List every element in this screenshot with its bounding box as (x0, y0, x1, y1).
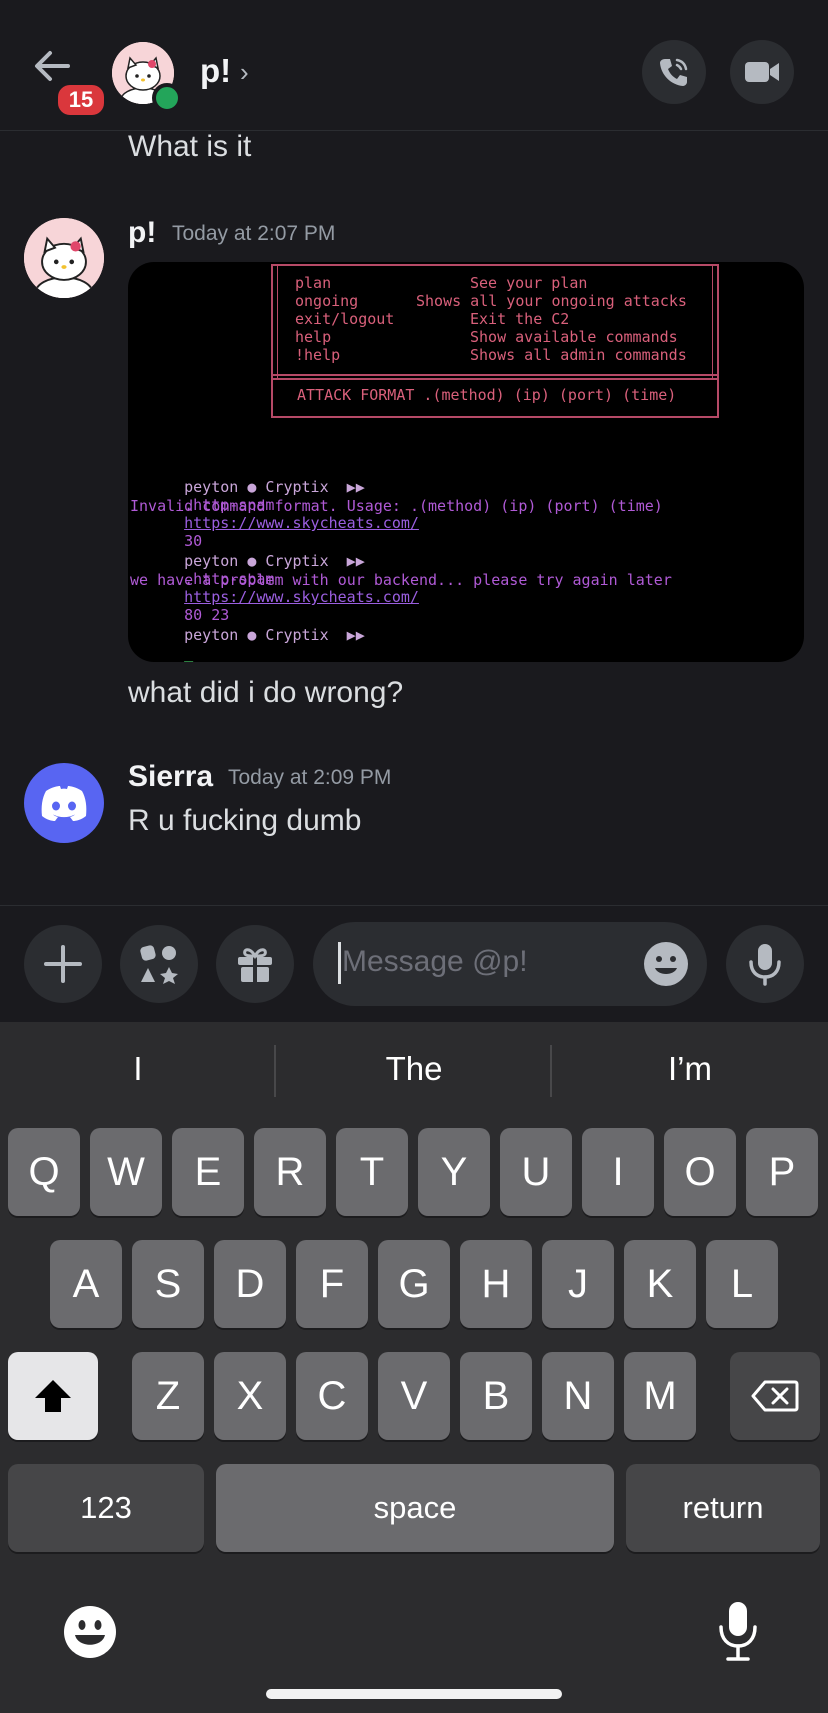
key-v[interactable]: V (378, 1352, 450, 1440)
terminal-url: https://www.skycheats.com/ (184, 514, 419, 532)
video-camera-icon (745, 62, 779, 82)
key-q[interactable]: Q (8, 1128, 80, 1216)
key-e[interactable]: E (172, 1128, 244, 1216)
key-z[interactable]: Z (132, 1352, 204, 1440)
emoji-button[interactable] (642, 940, 690, 988)
microphone-icon (719, 1602, 757, 1661)
key-r[interactable]: R (254, 1128, 326, 1216)
text-caret (338, 942, 341, 984)
terminal-error: Invalid command format. Usage: .(method)… (130, 497, 663, 515)
voice-message-button[interactable] (726, 925, 804, 1003)
hello-kitty-avatar-icon (24, 218, 104, 298)
shift-key[interactable] (8, 1352, 98, 1440)
key-s[interactable]: S (132, 1240, 204, 1328)
key-f[interactable]: F (296, 1240, 368, 1328)
emoji-icon (64, 1606, 116, 1658)
help-cmd: exit/logout (295, 310, 395, 328)
key-m[interactable]: M (624, 1352, 696, 1440)
help-cmd: !help (295, 346, 341, 364)
video-call-button[interactable] (730, 40, 794, 104)
help-cmd: plan (295, 274, 332, 292)
terminal-prompt: peyton ● Cryptix ▶▶ (184, 626, 365, 644)
apps-icon (140, 945, 178, 984)
emoji-keyboard-button[interactable] (62, 1604, 118, 1660)
key-g[interactable]: G (378, 1240, 450, 1328)
voice-call-button[interactable] (642, 40, 706, 104)
chevron-right-icon[interactable]: › (240, 57, 249, 88)
message-text: what did i do wrong? (128, 676, 404, 709)
help-cmd: help (295, 328, 332, 346)
apps-button[interactable] (120, 925, 198, 1003)
dictation-button[interactable] (716, 1600, 760, 1662)
suggestion[interactable]: I’m (555, 1050, 825, 1088)
key-p[interactable]: P (746, 1128, 818, 1216)
shift-icon (35, 1380, 71, 1412)
gift-button[interactable] (216, 925, 294, 1003)
key-i[interactable]: I (582, 1128, 654, 1216)
suggestion[interactable]: The (279, 1050, 549, 1088)
space-key[interactable]: space (216, 1464, 614, 1552)
microphone-icon (749, 944, 781, 986)
suggestion[interactable]: I (3, 1050, 273, 1088)
message-avatar-sierra[interactable] (24, 763, 104, 843)
plus-icon (44, 945, 82, 983)
key-w[interactable]: W (90, 1128, 162, 1216)
message-text: What is it (128, 130, 252, 163)
gift-icon (238, 948, 272, 982)
suggestion-divider (550, 1045, 552, 1097)
suggestion-divider (274, 1045, 276, 1097)
numbers-key[interactable]: 123 (8, 1464, 204, 1552)
terminal-error: we have a problem with our backend... pl… (130, 571, 672, 589)
chat-header: 15 p! › (0, 0, 828, 131)
key-k[interactable]: K (624, 1240, 696, 1328)
image-attachment[interactable]: plan See your plan ongoing Shows all you… (128, 262, 804, 662)
backspace-key[interactable] (730, 1352, 820, 1440)
message-timestamp: Today at 2:09 PM (228, 766, 392, 789)
online-status-dot (152, 83, 182, 113)
key-a[interactable]: A (50, 1240, 122, 1328)
home-indicator (266, 1689, 562, 1699)
key-o[interactable]: O (664, 1128, 736, 1216)
help-desc: Show available commands (470, 328, 678, 346)
unread-badge: 15 (55, 82, 107, 118)
help-cmd: ongoing (295, 292, 359, 310)
key-l[interactable]: L (706, 1240, 778, 1328)
terminal-url: https://www.skycheats.com/ (184, 588, 419, 606)
terminal-prompt: peyton ● Cryptix ▶▶ (184, 478, 365, 496)
message-timestamp: Today at 2:07 PM (172, 222, 336, 245)
message-author[interactable]: p! (128, 216, 156, 250)
key-t[interactable]: T (336, 1128, 408, 1216)
return-key[interactable]: return (626, 1464, 820, 1552)
add-attachment-button[interactable] (24, 925, 102, 1003)
key-x[interactable]: X (214, 1352, 286, 1440)
key-h[interactable]: H (460, 1240, 532, 1328)
key-d[interactable]: D (214, 1240, 286, 1328)
key-u[interactable]: U (500, 1128, 572, 1216)
terminal-prompt: peyton ● Cryptix ▶▶ (184, 552, 365, 570)
attack-format-text: ATTACK FORMAT .(method) (ip) (port) (tim… (297, 386, 677, 404)
message-avatar-p[interactable] (24, 218, 104, 298)
key-j[interactable]: J (542, 1240, 614, 1328)
help-desc: See your plan (470, 274, 588, 292)
discord-logo-icon (41, 786, 87, 821)
message-input-placeholder: Message @p! (342, 945, 528, 978)
help-desc: Shows all admin commands (470, 346, 687, 364)
key-n[interactable]: N (542, 1352, 614, 1440)
key-c[interactable]: C (296, 1352, 368, 1440)
emoji-icon (644, 942, 688, 986)
attack-format-box: ATTACK FORMAT .(method) (ip) (port) (tim… (271, 374, 719, 418)
message-author[interactable]: Sierra (128, 760, 213, 794)
dm-title[interactable]: p! (200, 52, 231, 90)
backspace-icon (751, 1380, 799, 1412)
key-b[interactable]: B (460, 1352, 532, 1440)
phone-call-icon (660, 58, 688, 86)
key-y[interactable]: Y (418, 1128, 490, 1216)
help-desc: Exit the C2 (470, 310, 570, 328)
help-desc: Shows all your ongoing attacks (416, 292, 687, 310)
message-text: R u fucking dumb (128, 804, 362, 837)
terminal-line: peyton ● Cryptix ▶▶ _ (148, 608, 365, 662)
terminal-cursor: _ (184, 644, 194, 662)
